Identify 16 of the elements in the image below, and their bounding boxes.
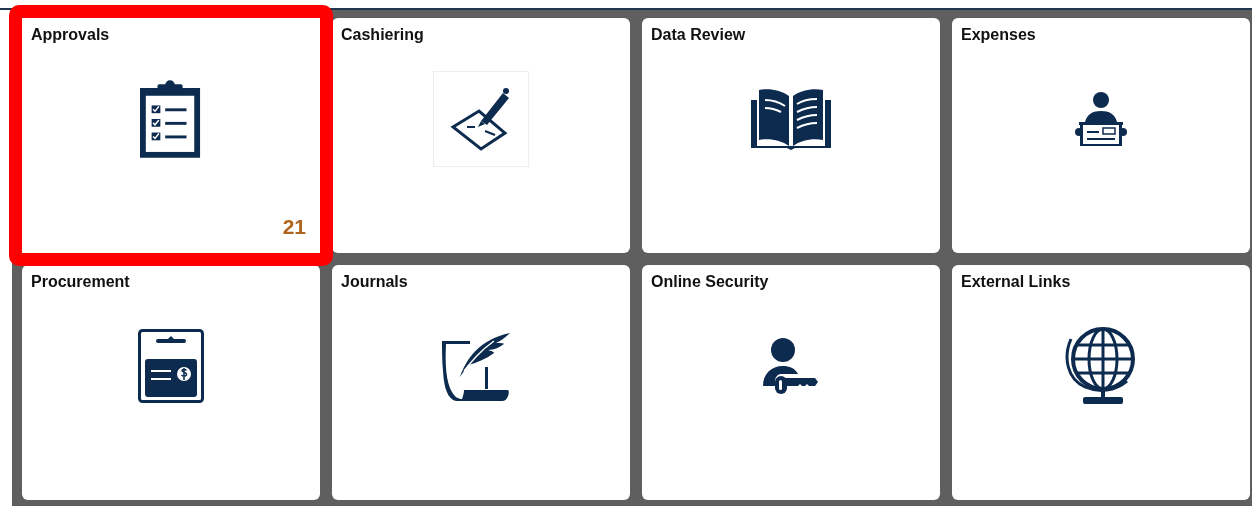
app-tile[interactable]: Procurement [22,265,320,500]
app-tile[interactable]: Approvals 21 [9,5,333,266]
clipboard-checklist-icon [140,79,202,158]
person-holding-card-icon [1075,91,1127,146]
globe-icon [1065,326,1137,405]
count-label: 21 [282,215,306,239]
app-tile[interactable]: Expenses [952,18,1250,253]
money-card-icon [138,328,204,403]
person-key-icon [763,337,819,394]
app-tile[interactable]: Journals [332,265,630,500]
app-tile[interactable]: Online Security [642,265,940,500]
app-tile[interactable]: Cashiering [332,18,630,253]
app-tile[interactable]: External Links [952,265,1250,500]
app-tile[interactable]: Data Review [642,18,940,253]
open-book-icon [751,87,831,150]
pen-signing-icon [433,70,529,167]
